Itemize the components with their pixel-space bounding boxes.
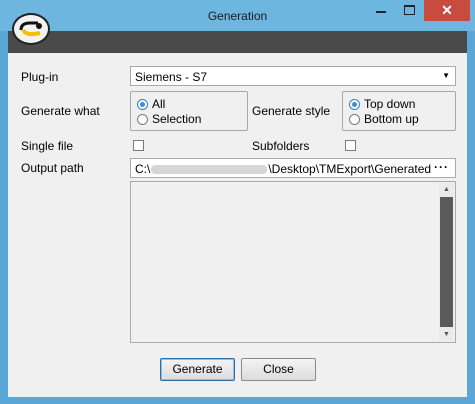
subfolders-checkbox[interactable] <box>345 140 356 151</box>
radio-bottom-up[interactable]: Bottom up <box>349 112 419 126</box>
single-file-checkbox[interactable] <box>133 140 144 151</box>
title-bar[interactable]: Generation ✕ <box>0 0 475 31</box>
output-path-input[interactable]: C:\ \Desktop\TMExport\Generated ··· <box>130 158 456 178</box>
radio-all[interactable]: All <box>137 97 165 111</box>
close-icon: ✕ <box>441 2 453 18</box>
log-scrollbar[interactable]: ▲ ▼ <box>439 183 454 341</box>
radio-top-down[interactable]: Top down <box>349 97 415 111</box>
form-panel: Plug-in Siemens - S7 ▼ Generate what All… <box>8 53 467 397</box>
radio-selection-label: Selection <box>152 112 202 126</box>
radio-selection[interactable]: Selection <box>137 112 201 126</box>
log-textarea[interactable]: ▲ ▼ <box>130 181 456 343</box>
generation-window: Generation ✕ Plug-in Siemens - S7 ▼ Gene… <box>0 0 475 404</box>
maximize-icon <box>404 5 415 15</box>
generate-what-group: All Selection <box>130 91 248 131</box>
generate-style-group: Top down Bottom up <box>342 91 456 131</box>
radio-all-label: All <box>152 97 166 111</box>
radio-top-down-indicator <box>349 98 360 110</box>
minimize-button[interactable] <box>367 0 395 21</box>
close-window-button[interactable]: ✕ <box>424 0 470 21</box>
generate-style-label: Generate style <box>252 104 331 118</box>
plugin-label: Plug-in <box>21 70 59 84</box>
generate-what-label: Generate what <box>21 104 100 118</box>
output-path-prefix: C:\ <box>135 162 151 176</box>
maximize-button[interactable] <box>396 0 422 21</box>
scroll-up-icon[interactable]: ▲ <box>439 183 454 196</box>
radio-all-indicator <box>137 98 148 110</box>
output-path-value: C:\ \Desktop\TMExport\Generated <box>135 162 431 176</box>
radio-top-down-label: Top down <box>364 97 416 111</box>
minimize-icon <box>376 11 386 13</box>
radio-bottom-up-indicator <box>349 113 360 125</box>
scroll-down-icon[interactable]: ▼ <box>439 328 454 341</box>
header-band <box>8 31 467 53</box>
plugin-value: Siemens - S7 <box>135 70 208 84</box>
output-path-label: Output path <box>21 161 84 175</box>
scroll-thumb[interactable] <box>440 197 453 327</box>
single-file-label: Single file <box>21 139 74 153</box>
output-path-suffix: \Desktop\TMExport\Generated <box>268 162 432 176</box>
plugin-select[interactable]: Siemens - S7 ▼ <box>130 66 456 86</box>
radio-selection-indicator <box>137 113 148 125</box>
browse-button[interactable]: ··· <box>434 160 449 174</box>
chevron-down-icon: ▼ <box>442 71 450 80</box>
app-logo-icon <box>12 13 50 45</box>
redacted-username <box>151 165 268 175</box>
subfolders-label: Subfolders <box>252 139 310 153</box>
close-button[interactable]: Close <box>241 358 316 381</box>
generate-button[interactable]: Generate <box>160 358 235 381</box>
radio-bottom-up-label: Bottom up <box>364 112 419 126</box>
